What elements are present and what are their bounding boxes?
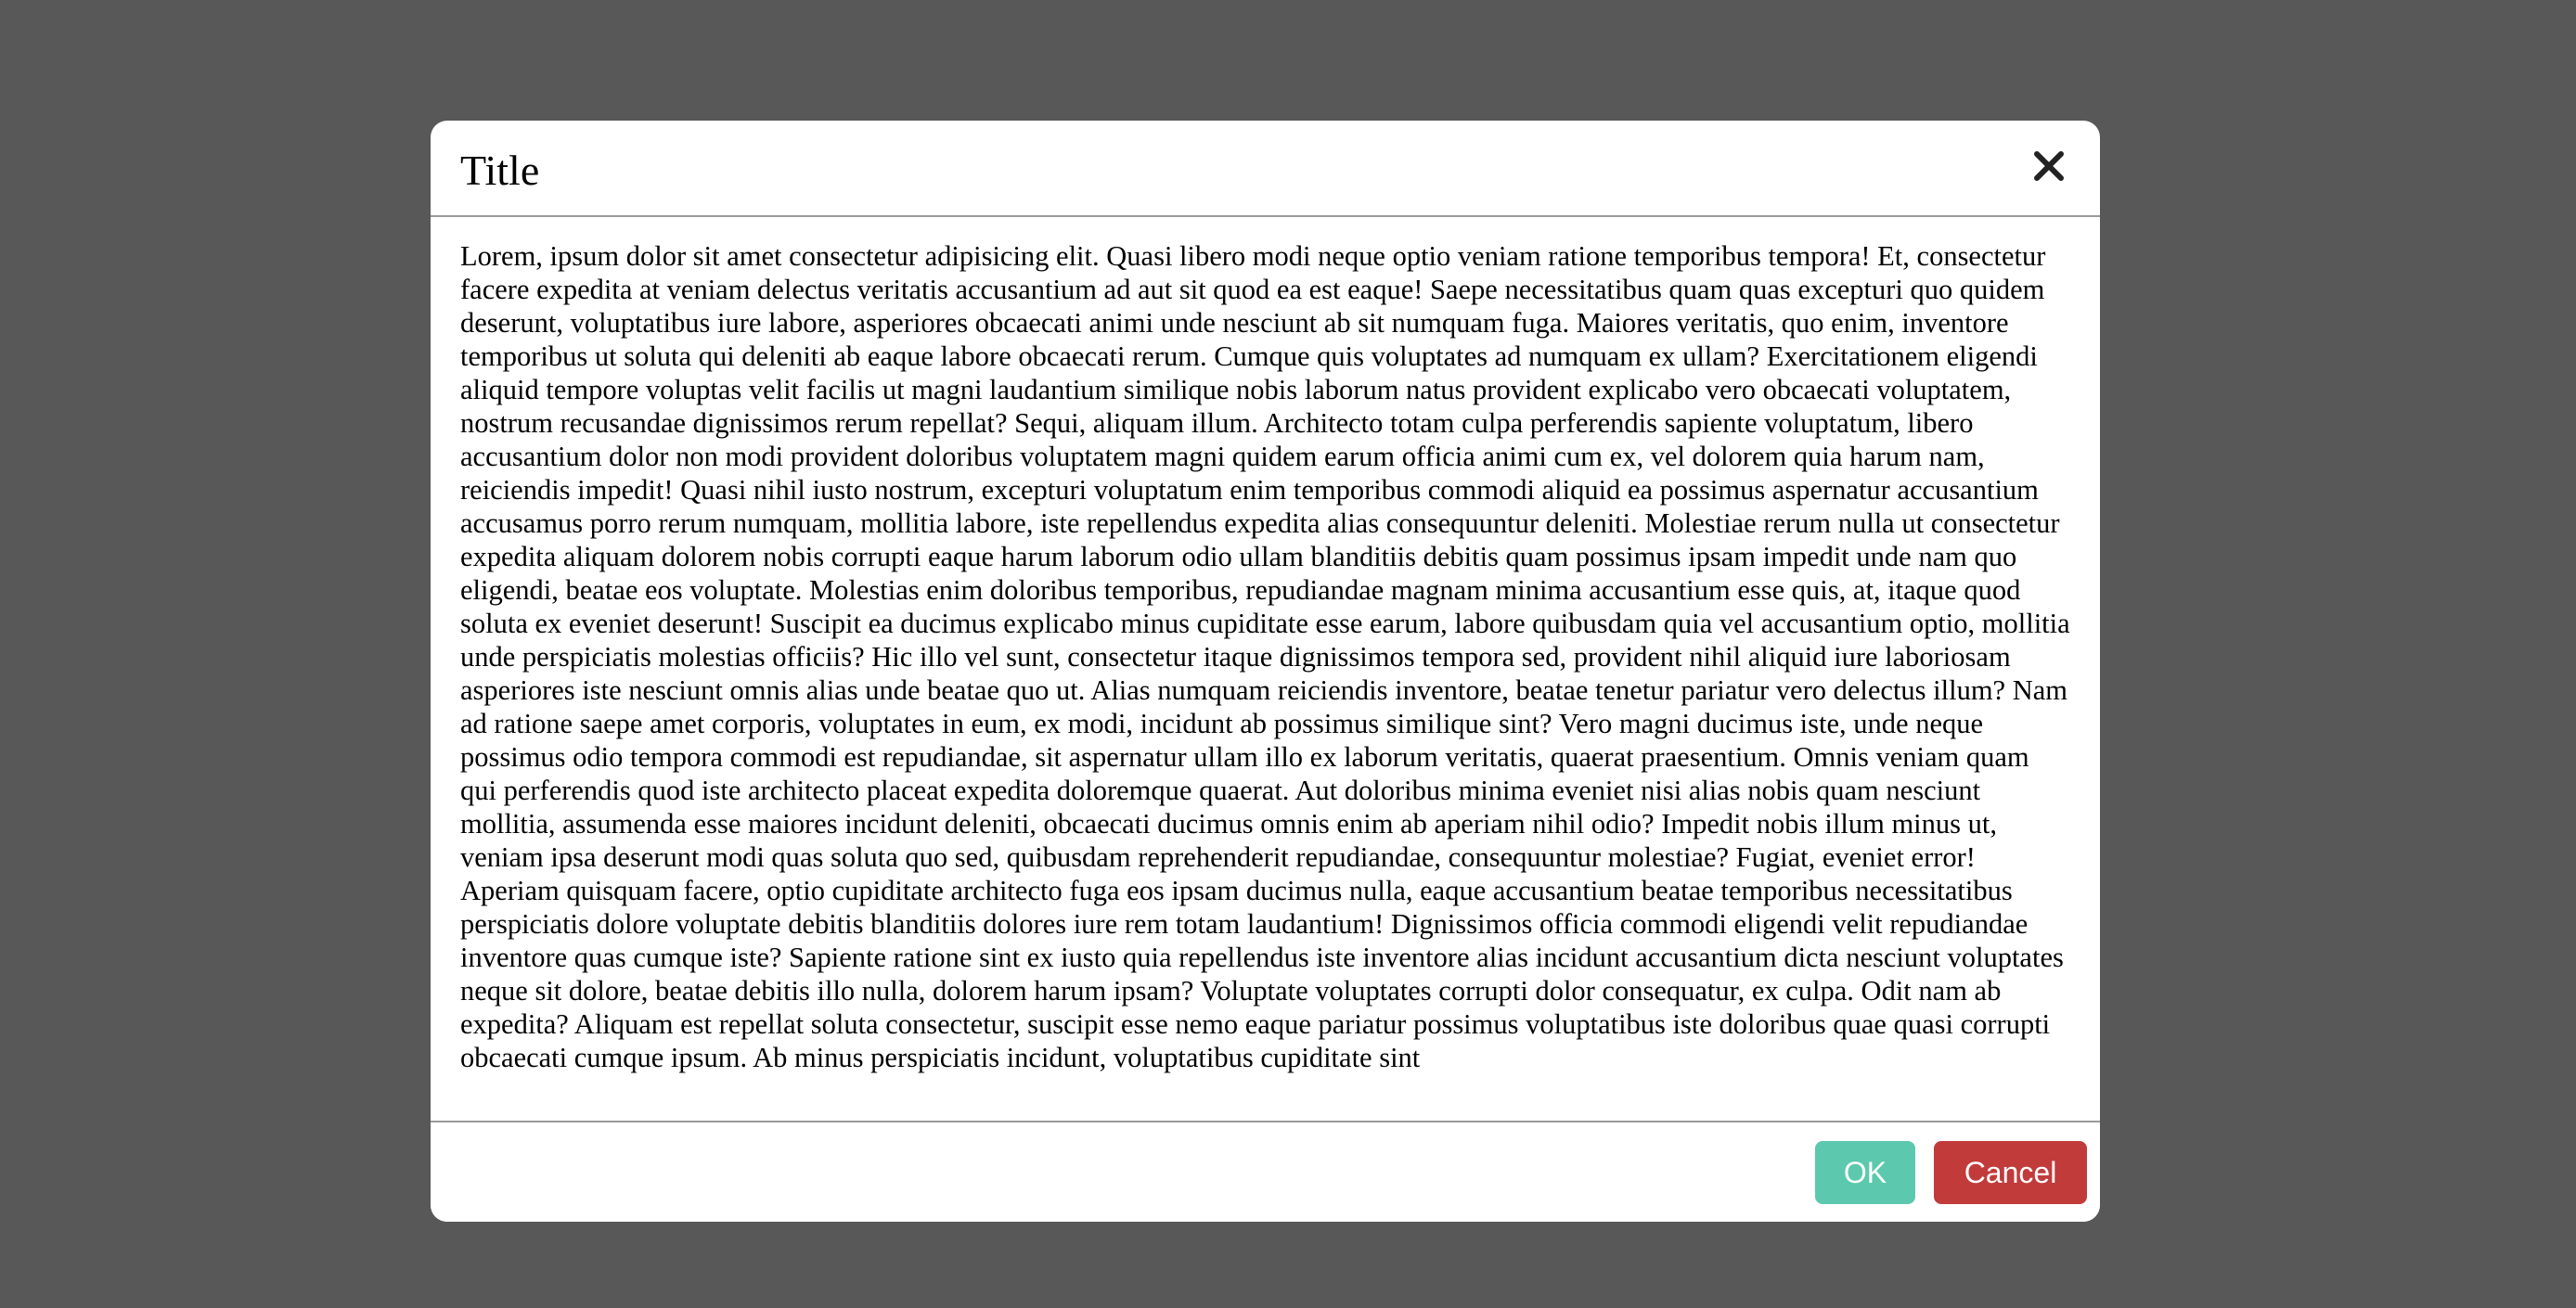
modal-header: Title bbox=[431, 121, 2100, 217]
modal-dialog: Title Lorem, ipsum dolor sit amet consec… bbox=[431, 121, 2100, 1222]
modal-body-scroll-area[interactable]: Lorem, ipsum dolor sit amet consectetur … bbox=[460, 239, 2070, 1111]
modal-title: Title bbox=[460, 147, 540, 194]
modal-body-text: Lorem, ipsum dolor sit amet consectetur … bbox=[460, 240, 2070, 1073]
modal-footer: OK Cancel bbox=[431, 1121, 2100, 1222]
close-button[interactable] bbox=[2028, 145, 2070, 187]
modal-body[interactable]: Lorem, ipsum dolor sit amet consectetur … bbox=[431, 217, 2100, 1222]
ok-button[interactable]: OK bbox=[1815, 1141, 1915, 1204]
cancel-button[interactable]: Cancel bbox=[1934, 1141, 2087, 1204]
close-icon bbox=[2028, 145, 2070, 187]
